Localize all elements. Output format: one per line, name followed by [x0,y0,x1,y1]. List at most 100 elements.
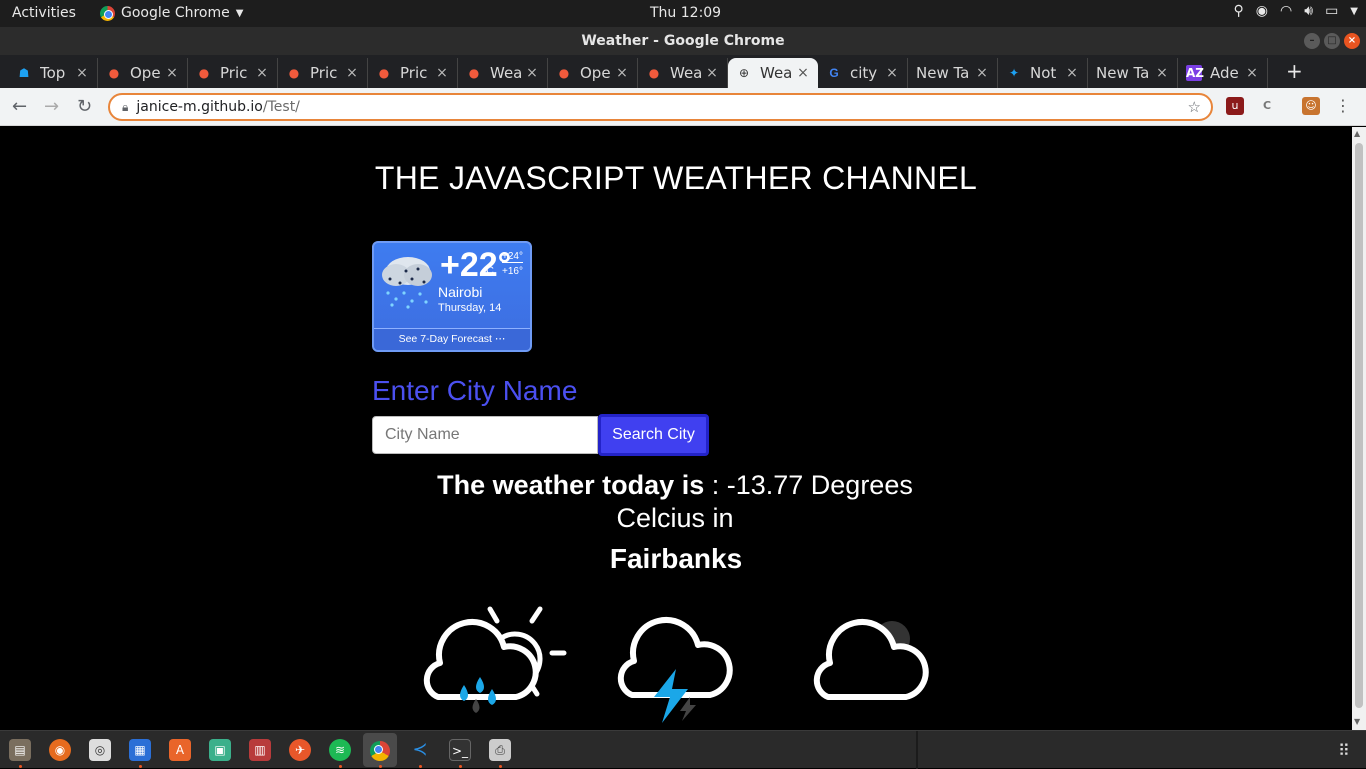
cloudy-night-icon [813,619,929,700]
google-icon: G [829,66,839,80]
tab-label: Ade [1210,64,1239,82]
forecast-link[interactable]: See 7-Day Forecast ⋯ [374,328,530,350]
dock: ▤ ◉ ◎ ▦ A ▣ ▥ ✈ ≋ ≺ >_ ⎙ ⠿ [0,730,1366,769]
tab-2[interactable]: ● Pric × [188,58,278,88]
minimize-button[interactable]: – [1304,33,1320,49]
city-result: Fairbanks [609,543,743,574]
extension-icon[interactable]: C [1258,97,1276,115]
search-city-button[interactable]: Search City [598,414,709,456]
helmet-icon: ● [378,66,390,80]
firefox-icon[interactable]: ◉ [49,739,71,761]
battery-icon: ▭ [1325,3,1339,19]
address-bar[interactable]: 🔒︎ janice-m.github.io/Test/ ☆ [108,93,1213,121]
tab-8[interactable]: ⊕ Wea × [728,58,818,88]
scrollbar-thumb[interactable] [1355,143,1363,708]
helmet-icon: ● [648,66,660,80]
tab-close-icon[interactable]: × [613,65,631,81]
volume-icon: 🔊︎ [1304,3,1314,19]
dock-separator [916,731,918,769]
page-scrollbar[interactable]: ▲ ▼ [1352,127,1366,730]
enter-city-label: Enter City Name [372,375,578,406]
spotify-icon[interactable]: ≋ [329,739,351,761]
profile-avatar[interactable]: ☺ [1302,97,1320,115]
show-apps-grid-icon[interactable]: ⠿ [1338,741,1350,760]
app-icon[interactable]: ▣ [209,739,231,761]
tab-label: New Ta [1096,64,1150,82]
tab-close-icon[interactable]: × [883,65,901,81]
tab-3[interactable]: ● Pric × [278,58,368,88]
tab-close-icon[interactable]: × [703,65,721,81]
tab-9[interactable]: Gcity × [818,58,908,88]
tab-5[interactable]: ● Wea × [458,58,548,88]
files-cabinet-icon[interactable]: ▤ [9,739,31,761]
wifi-icon: ◠ [1280,3,1293,19]
widget-high: +24° [502,251,523,263]
tab-label: Top [40,64,66,82]
twitter-icon: ✦ [1008,66,1020,80]
lock-icon: 🔒︎ [122,99,129,114]
printer-icon[interactable]: ⎙ [489,739,511,761]
tab-13[interactable]: AZ Ade × [1178,58,1268,88]
vscode-icon[interactable]: ≺ [409,739,431,761]
helmet-icon: ● [558,66,570,80]
new-tab-button[interactable]: + [1286,59,1303,83]
close-button[interactable]: × [1344,33,1360,49]
tab-close-icon[interactable]: × [433,65,451,81]
maximize-button[interactable]: □ [1324,33,1340,49]
tab-close-icon[interactable]: × [163,65,181,81]
weather-widget[interactable]: +22° C +24° +16° Nairobi Thursday, 14 Se… [372,241,532,352]
app-menu-label: Google Chrome [121,5,230,21]
rain-cloud-icon [382,257,432,309]
tab-close-icon[interactable]: × [253,65,271,81]
tab-11[interactable]: ✦ Not × [998,58,1088,88]
back-arrow-icon[interactable]: ← [12,96,27,117]
software-center-icon[interactable]: A [169,739,191,761]
terminal-icon[interactable]: >_ [449,739,471,761]
widget-temperature: +22° [440,246,512,284]
media-icon[interactable]: ▥ [249,739,271,761]
tab-close-icon[interactable]: × [523,65,541,81]
browser-toolbar: ← → ↻ 🔒︎ janice-m.github.io/Test/ ☆ u C … [0,88,1366,126]
tab-7[interactable]: ● Wea × [638,58,728,88]
tab-0[interactable]: ☗ Top × [8,58,98,88]
document-viewer-icon[interactable]: ◎ [89,739,111,761]
tab-label: Pric [310,64,338,82]
reload-icon[interactable]: ↻ [77,96,92,117]
clock[interactable]: Thu 12:09 [650,5,721,21]
tab-6[interactable]: ● Ope × [548,58,638,88]
tab-close-icon[interactable]: × [1063,65,1081,81]
tab-close-icon[interactable]: × [794,65,812,81]
ublock-icon[interactable]: u [1226,97,1244,115]
tab-close-icon[interactable]: × [73,65,91,81]
tab-label: New Ta [916,64,970,82]
scroll-down-icon[interactable]: ▼ [1354,717,1360,726]
chevron-down-icon: ▼ [235,7,244,19]
page-title: THE JAVASCRIPT WEATHER CHANNEL [374,160,978,196]
widget-low: +16° [502,266,523,277]
thunderstorm-icon [617,617,733,723]
city-name-input[interactable] [372,416,598,454]
menu-kebab-icon[interactable]: ⋮ [1334,97,1352,115]
app-menu[interactable]: Google Chrome ▼ [100,5,243,21]
tab-label: Pric [220,64,248,82]
chrome-dock-icon[interactable] [363,733,397,767]
tab-10[interactable]: New Ta × [908,58,998,88]
writer-icon[interactable]: ▦ [129,739,151,761]
tab-close-icon[interactable]: × [1243,65,1261,81]
tab-1[interactable]: ● Ope × [98,58,188,88]
tab-12[interactable]: New Ta × [1088,58,1178,88]
tab-close-icon[interactable]: × [1153,65,1171,81]
activities-button[interactable]: Activities [12,5,76,21]
globe-icon: ⊕ [738,66,750,80]
tab-label: city [850,64,878,82]
tab-close-icon[interactable]: × [343,65,361,81]
scroll-up-icon[interactable]: ▲ [1354,129,1360,138]
location-icon: ⚲ [1233,3,1244,19]
tab-label: Ope [130,64,161,82]
tab-4[interactable]: ● Pric × [368,58,458,88]
postman-icon[interactable]: ✈ [289,739,311,761]
forward-arrow-icon[interactable]: → [44,96,59,117]
system-tray[interactable]: ⚲ ◉ ◠ 🔊︎ ▭ ▼ [1234,3,1358,19]
tab-close-icon[interactable]: × [973,65,991,81]
bookmark-star-icon[interactable]: ☆ [1188,98,1201,116]
